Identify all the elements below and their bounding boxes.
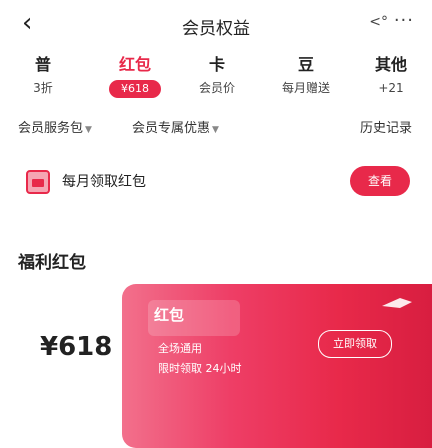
filter-service-pack[interactable]: 会员服务包 ▼ — [18, 118, 92, 141]
filter-label: 会员专属优惠 — [132, 121, 211, 136]
tier-name: 卡 — [208, 55, 225, 74]
tier-name: 其他 — [374, 55, 407, 74]
product-banner[interactable]: 红包 全场通用 限时领取 24小时 立即领取 — [122, 284, 432, 448]
filter-label: 会员服务包 — [18, 121, 84, 136]
section-title: 福利红包 — [18, 253, 86, 273]
share-icon[interactable]: <° — [369, 14, 388, 30]
product-line-2: 限时领取 24小时 — [158, 362, 242, 375]
tier-sub: 会员价 — [198, 81, 235, 95]
filter-exclusive-offers[interactable]: 会员专属优惠 ▼ — [132, 118, 219, 141]
product-price: ¥618 — [40, 332, 113, 362]
tier-sub: ¥618 — [92, 78, 178, 98]
chevron-down-icon: ▼ — [85, 125, 92, 135]
more-icon[interactable]: ··· — [394, 10, 414, 31]
tier-item[interactable]: 普 3折 — [18, 52, 68, 98]
tier-row: 普 3折 红包 ¥618 卡 会员价 豆 每月赠送 其他 +21 — [0, 52, 432, 106]
banner-text: 每月领取红包 — [62, 174, 146, 190]
tier-item[interactable]: 卡 会员价 — [184, 52, 250, 98]
tier-item[interactable]: 其他 +21 — [366, 52, 416, 98]
tier-sub: 3折 — [33, 81, 53, 95]
tier-name: 红包 — [118, 55, 151, 74]
top-nav-bar: ‹ 会员权益 <° ··· — [0, 0, 432, 48]
tier-name: 豆 — [297, 55, 314, 74]
tier-name: 普 — [34, 55, 51, 74]
tier-sub: +21 — [378, 81, 404, 95]
monthly-banner: 每月领取红包 查看 — [0, 162, 432, 210]
tier-item-active[interactable]: 红包 ¥618 — [92, 52, 178, 98]
view-button[interactable]: 查看 — [350, 166, 410, 196]
red-packet-icon — [26, 170, 50, 194]
tier-sub: 每月赠送 — [281, 81, 330, 95]
product-line-1: 全场通用 — [158, 342, 202, 355]
chevron-down-icon: ▼ — [212, 125, 219, 135]
page-title: 会员权益 — [182, 19, 250, 39]
filter-row: 会员服务包 ▼ 会员专属优惠 ▼ 历史记录 — [0, 118, 432, 142]
tier-pill: ¥618 — [109, 80, 161, 98]
claim-button[interactable]: 立即领取 — [318, 330, 392, 358]
tier-item[interactable]: 豆 每月赠送 — [266, 52, 346, 98]
arrow-decoration-icon — [382, 298, 412, 308]
history-link[interactable]: 历史记录 — [360, 118, 412, 140]
product-name: 红包 — [154, 306, 185, 324]
